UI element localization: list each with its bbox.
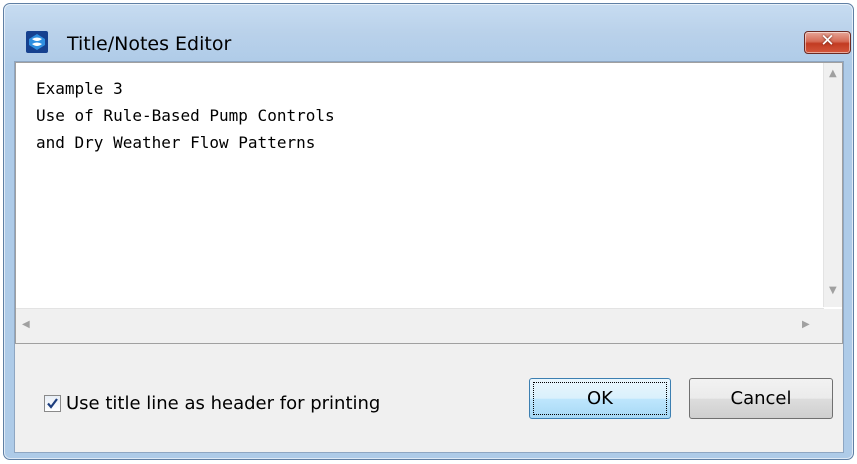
- title-bar[interactable]: Title/Notes Editor ✕: [4, 4, 853, 62]
- scrollbar-corner: [824, 309, 842, 343]
- close-icon: ✕: [820, 31, 835, 51]
- checkmark-icon: [47, 398, 58, 409]
- header-checkbox-label[interactable]: Use title line as header for printing: [66, 393, 380, 414]
- header-checkbox[interactable]: [44, 395, 61, 412]
- dialog-window: Title/Notes Editor ✕ Example 3 Use of Ru…: [3, 3, 854, 460]
- notes-textarea[interactable]: Example 3 Use of Rule-Based Pump Control…: [15, 62, 843, 344]
- dialog-body: Example 3 Use of Rule-Based Pump Control…: [14, 61, 844, 453]
- arrow-down-icon[interactable]: ▼: [829, 285, 837, 296]
- cancel-button[interactable]: Cancel: [689, 378, 833, 419]
- ok-button[interactable]: OK: [529, 378, 671, 419]
- arrow-up-icon[interactable]: ▲: [829, 68, 837, 79]
- window-title: Title/Notes Editor: [67, 33, 232, 55]
- vertical-scrollbar[interactable]: ▲ ▼: [823, 63, 842, 307]
- arrow-left-icon[interactable]: ◀: [22, 319, 30, 330]
- arrow-right-icon[interactable]: ▶: [802, 319, 810, 330]
- close-button[interactable]: ✕: [804, 31, 851, 54]
- cancel-button-label: Cancel: [730, 388, 792, 409]
- app-icon: [26, 31, 48, 53]
- horizontal-scrollbar[interactable]: ◀ ▶: [16, 308, 824, 343]
- focus-rectangle: [533, 382, 667, 415]
- notes-text[interactable]: Example 3 Use of Rule-Based Pump Control…: [36, 75, 335, 156]
